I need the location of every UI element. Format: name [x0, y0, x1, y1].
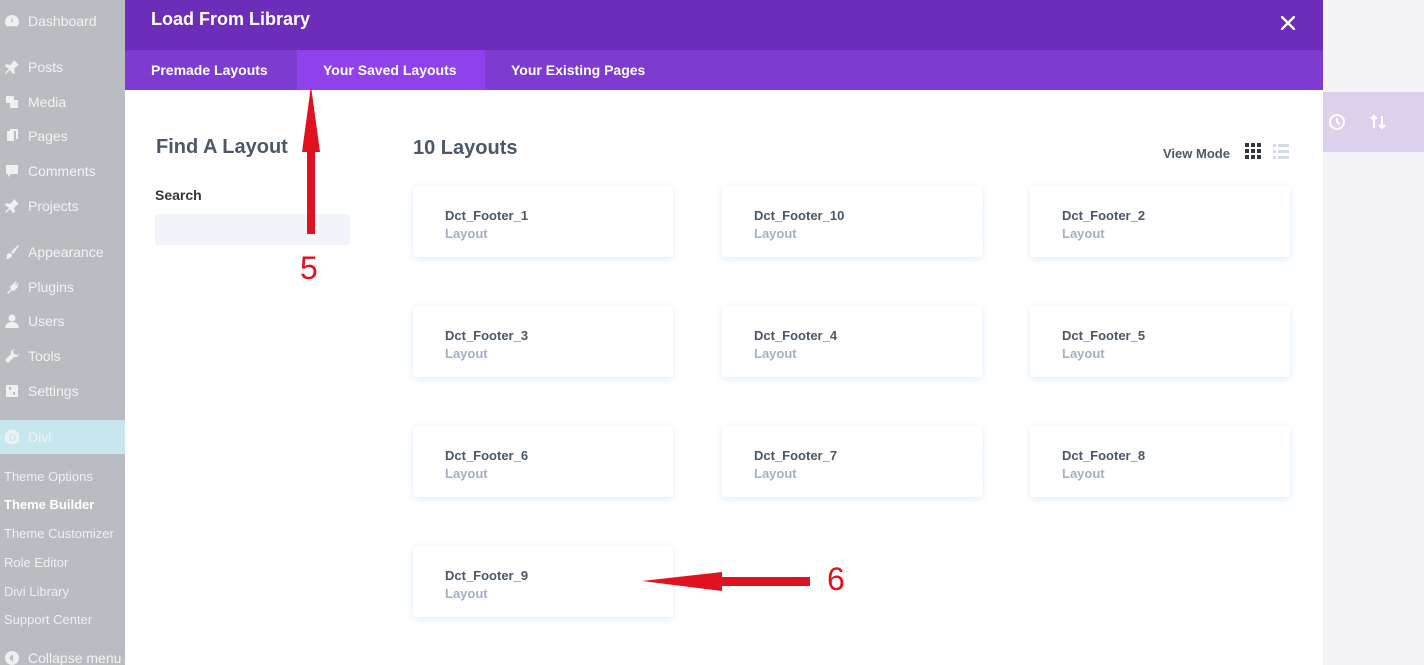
- step-5-label: 5: [300, 250, 318, 286]
- annotation-arrows: [302, 86, 810, 591]
- step-6-label: 6: [827, 561, 845, 597]
- arrow-left-step-6: [642, 572, 810, 591]
- arrow-up-step-5: [302, 86, 320, 234]
